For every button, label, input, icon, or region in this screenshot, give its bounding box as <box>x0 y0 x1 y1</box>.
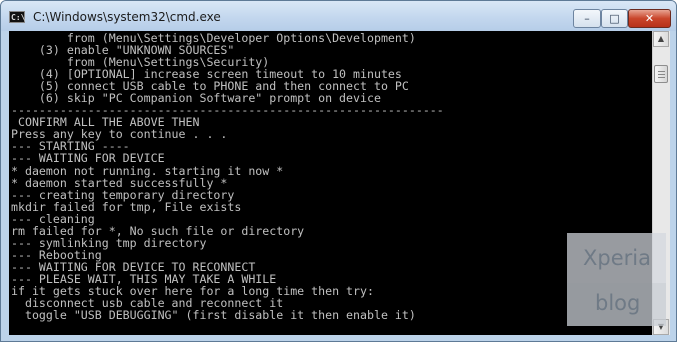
window-title: C:\Windows\system32\cmd.exe <box>33 10 221 24</box>
console-line: mkdir failed for tmp, File exists <box>11 199 242 214</box>
minimize-button[interactable]: – <box>573 9 601 28</box>
console-line: --- creating temporary directory <box>11 187 235 202</box>
watermark-xperia: Xperia <box>567 233 666 283</box>
console-output[interactable]: from (Menu\Settings\Developer Options\De… <box>9 31 652 335</box>
console-line: rm failed for *, No such file or directo… <box>11 223 305 238</box>
watermark-blog: blog <box>567 283 666 326</box>
console-line: * daemon not running. starting it now * <box>11 163 284 178</box>
maximize-button[interactable]: □ <box>601 9 628 28</box>
console-line: --- cleaning <box>11 211 95 226</box>
cmd-app-icon[interactable]: C:\ <box>9 11 25 23</box>
scroll-thumb[interactable] <box>654 65 668 83</box>
console-line: * daemon started successfully * <box>11 175 228 190</box>
console-line: --- WAITING FOR DEVICE <box>11 151 165 166</box>
console-lines: from (Menu\Settings\Developer Options\De… <box>11 32 444 321</box>
title-bar[interactable]: C:\ C:\Windows\system32\cmd.exe – □ ✕ <box>1 1 676 31</box>
console-line: toggle "USB DEBUGGING" (first disable it… <box>11 308 416 323</box>
scroll-up-arrow-icon[interactable]: ▲ <box>653 31 669 47</box>
close-button[interactable]: ✕ <box>628 9 671 28</box>
